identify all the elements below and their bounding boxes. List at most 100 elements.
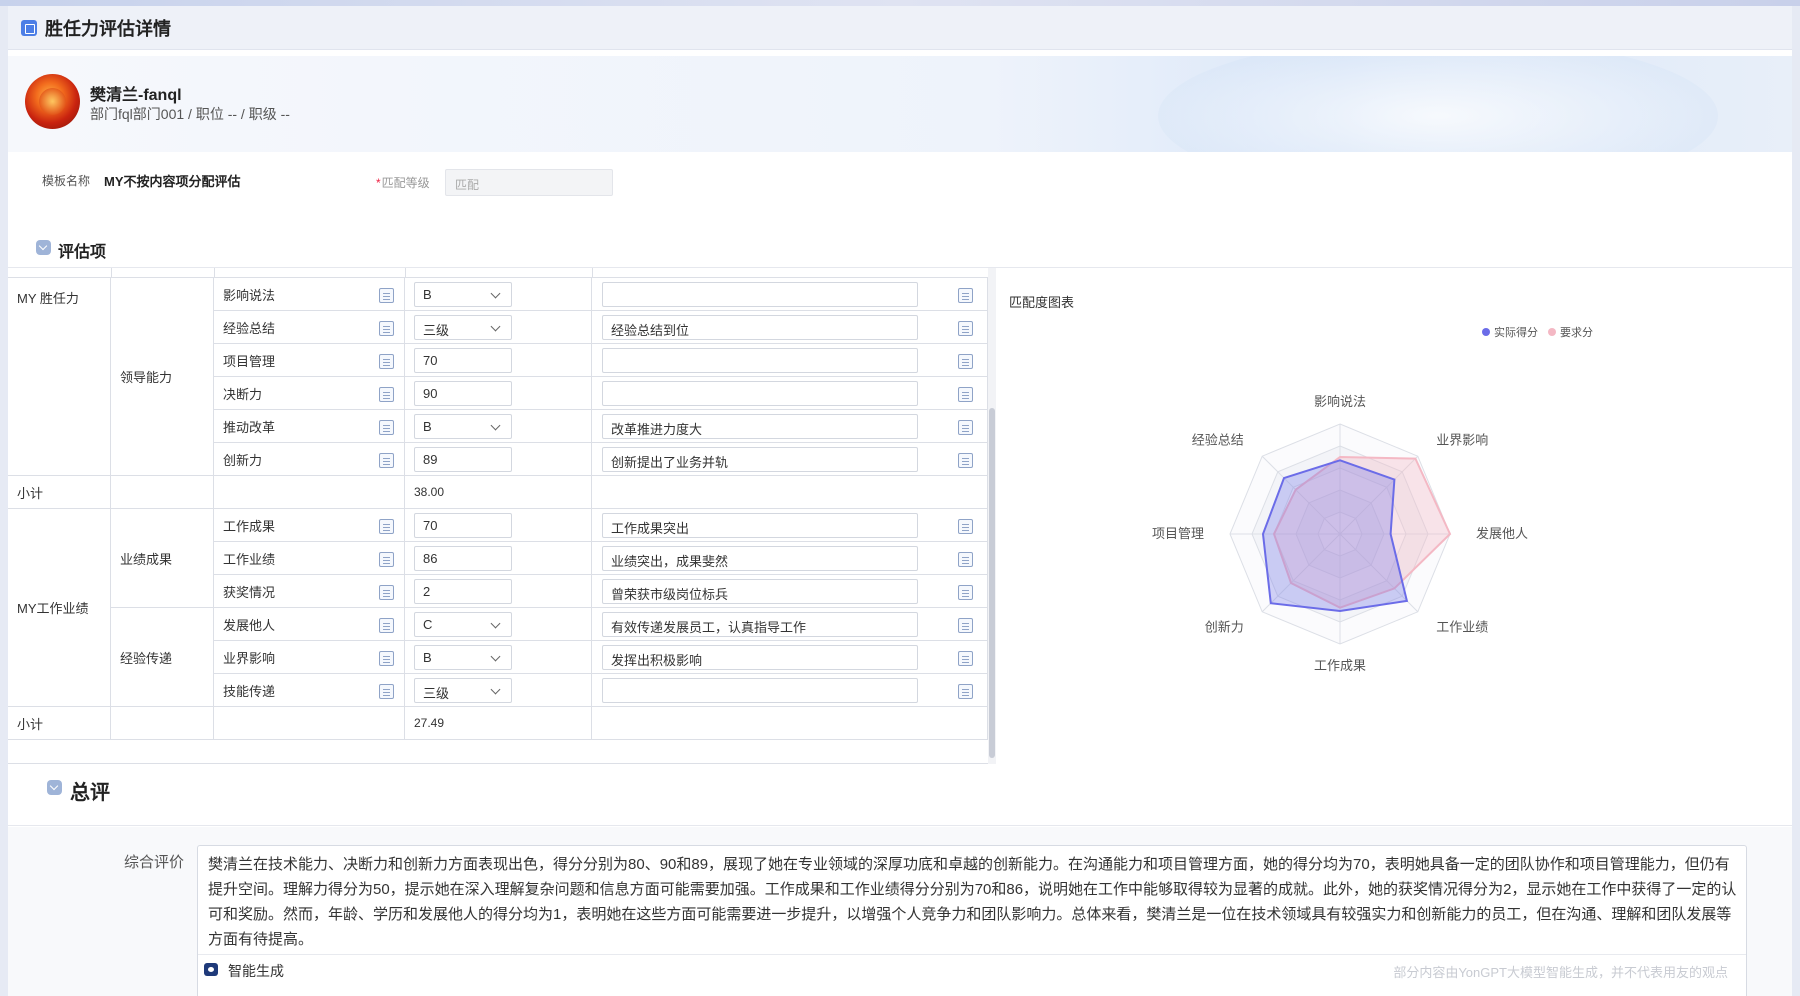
comment-input[interactable]: 改革推进力度大	[602, 414, 918, 439]
score-select[interactable]: 三级	[414, 315, 512, 340]
note-icon[interactable]	[379, 420, 394, 435]
template-value: MY不按内容项分配评估	[104, 174, 241, 189]
comment-input[interactable]: 工作成果突出	[602, 513, 918, 538]
item-name-cell: 工作业绩	[214, 542, 405, 575]
required-mark: *	[376, 176, 381, 190]
radar-category-label: 项目管理	[1152, 526, 1204, 541]
item-name-cell: 项目管理	[214, 344, 405, 377]
comment-input[interactable]: 业绩突出，成果斐然	[602, 546, 918, 571]
item-name-cell: 影响说法	[214, 278, 405, 311]
note-icon[interactable]	[379, 651, 394, 666]
page-frame: 胜任力评估详情 樊清兰-fanql 部门fql部门001 / 职位 -- / 职…	[8, 6, 1792, 996]
note-icon[interactable]	[379, 519, 394, 534]
section-header-summary[interactable]: 总评	[8, 766, 1792, 826]
score-value: B	[423, 419, 432, 434]
comment-input[interactable]: 曾荣获市级岗位标兵	[602, 579, 918, 604]
score-select[interactable]: C	[414, 612, 512, 637]
note-icon[interactable]	[958, 684, 973, 699]
note-icon[interactable]	[958, 288, 973, 303]
note-icon[interactable]	[958, 321, 973, 336]
chevron-down-icon[interactable]	[490, 420, 501, 431]
note-icon[interactable]	[379, 288, 394, 303]
item-name-cell: 经验总结	[214, 311, 405, 344]
score-input[interactable]: 90	[414, 381, 512, 406]
collapse-icon[interactable]	[47, 780, 62, 795]
match-level-label: *匹配等级	[376, 174, 430, 191]
summary-text: 樊清兰在技术能力、决断力和创新力方面表现出色，得分分别为80、90和89，展现了…	[208, 856, 1737, 948]
comment-input[interactable]: 发挥出积极影响	[602, 645, 918, 670]
note-icon[interactable]	[958, 519, 973, 534]
score-input[interactable]: 70	[414, 348, 512, 373]
scrollbar-thumb[interactable]	[989, 408, 995, 758]
comment-input[interactable]	[602, 678, 918, 703]
comment-input[interactable]	[602, 381, 918, 406]
note-icon[interactable]	[958, 618, 973, 633]
summary-textarea[interactable]: 樊清兰在技术能力、决断力和创新力方面表现出色，得分分别为80、90和89，展现了…	[197, 845, 1747, 996]
radar-category-label: 业界影响	[1436, 433, 1488, 448]
note-icon[interactable]	[379, 321, 394, 336]
radar-series-area	[1261, 459, 1409, 613]
note-icon[interactable]	[379, 453, 394, 468]
comment-input[interactable]: 有效传递发展员工，认真指导工作	[602, 612, 918, 637]
score-value: 70	[423, 353, 438, 368]
template-label: 模板名称	[42, 174, 91, 188]
chevron-down-icon[interactable]	[490, 321, 501, 332]
score-select[interactable]: 三级	[414, 678, 512, 703]
score-input[interactable]: 89	[414, 447, 512, 472]
comment-input[interactable]: 创新提出了业务并轨	[602, 447, 918, 472]
note-icon[interactable]	[958, 420, 973, 435]
item-name-cell: 发展他人	[214, 608, 405, 641]
note-icon[interactable]	[379, 585, 394, 600]
ai-generate-button[interactable]: 智能生成	[228, 961, 284, 981]
score-input[interactable]: 70	[414, 513, 512, 538]
subtotal-label: 小计	[8, 707, 111, 740]
note-icon[interactable]	[958, 585, 973, 600]
score-value: B	[423, 650, 432, 665]
note-icon[interactable]	[958, 552, 973, 567]
chart-title: 匹配度图表	[1009, 295, 1075, 310]
chevron-down-icon[interactable]	[490, 618, 501, 629]
comment-input[interactable]	[602, 282, 918, 307]
summary-area: 综合评价 樊清兰在技术能力、决断力和创新力方面表现出色，得分分别为80、90和8…	[8, 827, 1792, 996]
ai-robot-icon[interactable]	[204, 963, 218, 976]
avatar	[25, 74, 80, 129]
note-icon[interactable]	[958, 387, 973, 402]
note-icon[interactable]	[379, 618, 394, 633]
score-value: B	[423, 287, 432, 302]
note-icon[interactable]	[379, 354, 394, 369]
score-input[interactable]: 86	[414, 546, 512, 571]
subgroup-cell: 业绩成果	[111, 509, 214, 608]
item-name-cell: 工作成果	[214, 509, 405, 542]
profile-banner: 樊清兰-fanql 部门fql部门001 / 职位 -- / 职级 --	[8, 56, 1792, 152]
score-select[interactable]: B	[414, 414, 512, 439]
chevron-down-icon[interactable]	[490, 288, 501, 299]
match-level-input[interactable]: 匹配	[445, 169, 613, 196]
item-name-cell: 获奖情况	[214, 575, 405, 608]
item-name-cell: 业界影响	[214, 641, 405, 674]
summary-footer: 智能生成 部分内容由YonGPT大模型智能生成，并不代表用友的观点	[198, 954, 1746, 984]
note-icon[interactable]	[379, 552, 394, 567]
subtotal-empty	[592, 707, 988, 740]
section-header-items[interactable]: 评估项	[8, 228, 1792, 268]
note-icon[interactable]	[379, 684, 394, 699]
collapse-icon[interactable]	[36, 240, 51, 255]
comment-input[interactable]	[602, 348, 918, 373]
note-icon[interactable]	[958, 651, 973, 666]
note-icon[interactable]	[958, 453, 973, 468]
note-icon[interactable]	[958, 354, 973, 369]
subgroup-cell: 经验传递	[111, 608, 214, 707]
score-value: 三级	[423, 323, 450, 338]
note-icon[interactable]	[379, 387, 394, 402]
chevron-down-icon[interactable]	[490, 651, 501, 662]
score-select[interactable]: B	[414, 645, 512, 670]
chevron-down-icon[interactable]	[490, 684, 501, 695]
table-scrollbar[interactable]	[988, 268, 996, 764]
subtotal-label: 小计	[8, 476, 111, 509]
item-name-cell: 推动改革	[214, 410, 405, 443]
score-input[interactable]: 2	[414, 579, 512, 604]
evaluation-table: MY 胜任力 MY工作业绩 领导能力 业绩成果 经验传递 影响说法 B 经验总结 三级 经验总结到…	[8, 268, 988, 764]
score-value: C	[423, 617, 433, 632]
radar-category-label: 工作成果	[1314, 658, 1366, 673]
score-select[interactable]: B	[414, 282, 512, 307]
comment-input[interactable]: 经验总结到位	[602, 315, 918, 340]
